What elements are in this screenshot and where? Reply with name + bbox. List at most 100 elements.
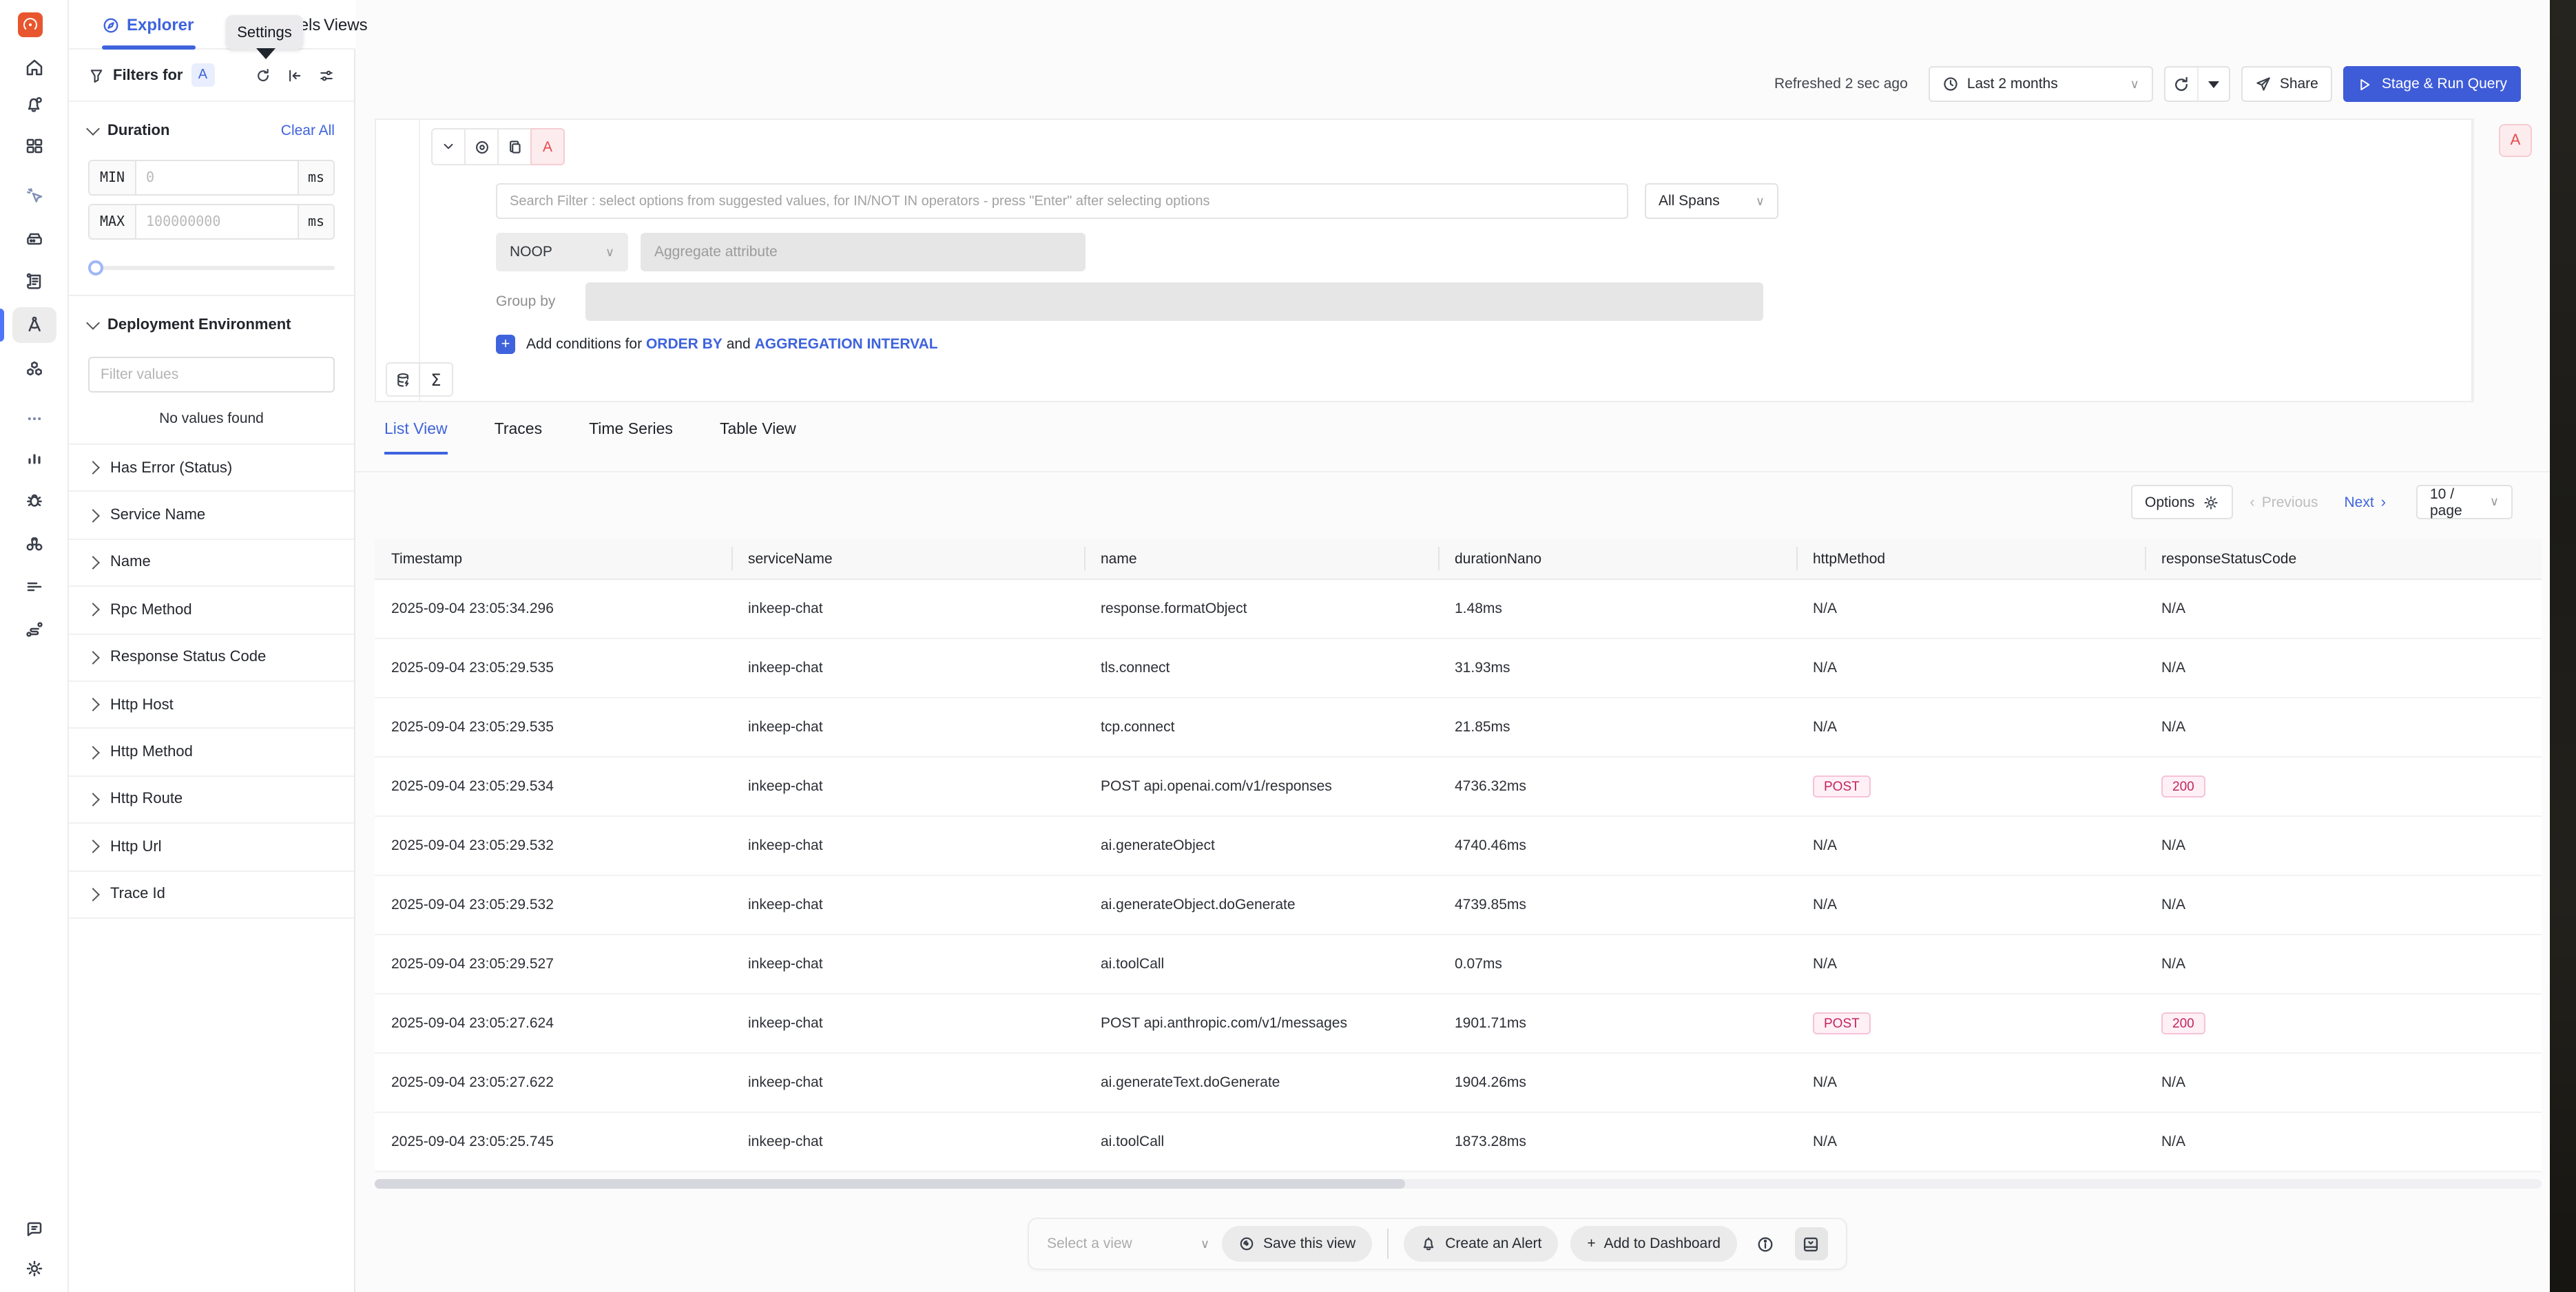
attribute-filter-item[interactable]: Trace Id (69, 871, 354, 919)
group-by-input[interactable] (585, 282, 1763, 321)
table-row[interactable]: 2025-09-04 23:05:29.527 inkeep-chat ai.t… (375, 935, 2542, 994)
table-row[interactable]: 2025-09-04 23:05:25.745 inkeep-chat ai.t… (375, 1113, 2542, 1172)
select-view-dropdown[interactable]: Select a view ∨ (1047, 1227, 1209, 1260)
home-icon[interactable] (12, 50, 56, 85)
http-method-cell: POST (1796, 994, 2145, 1052)
previous-page-button[interactable]: ‹Previous (2250, 494, 2318, 510)
column-header[interactable]: serviceName (731, 539, 1084, 579)
more-dots-icon[interactable] (12, 401, 56, 437)
active-indicator (0, 309, 4, 342)
attribute-filter-item[interactable]: Has Error (Status) (69, 445, 354, 492)
table-row[interactable]: 2025-09-04 23:05:27.622 inkeep-chat ai.g… (375, 1054, 2542, 1113)
attribute-filter-item[interactable]: Rpc Method (69, 587, 354, 634)
query-chip-a[interactable]: A (191, 63, 214, 87)
time-range-select[interactable]: Last 2 months ∨ (1929, 66, 2153, 102)
explore-binoculars-icon[interactable] (12, 526, 56, 562)
aggregation-interval-link[interactable]: AGGREGATION INTERVAL (755, 336, 938, 353)
panel-chip-a[interactable]: A (2499, 124, 2532, 157)
attribute-filter-item[interactable]: Name (69, 540, 354, 587)
collapse-sidebar-icon[interactable] (287, 67, 303, 83)
page-size-select[interactable]: 10 / page ∨ (2416, 485, 2513, 519)
table-row[interactable]: 2025-09-04 23:05:29.535 inkeep-chat tcp.… (375, 698, 2542, 758)
chevron-right-icon (86, 556, 100, 570)
tab-views[interactable]: Views (324, 0, 368, 50)
refresh-options-button[interactable] (2197, 67, 2229, 101)
options-button[interactable]: Options (2131, 485, 2233, 519)
attribute-filter-item[interactable]: Http Method (69, 729, 354, 777)
refresh-button[interactable] (2165, 67, 2197, 101)
tab-traces[interactable]: Traces (495, 421, 542, 455)
collapse-query-button[interactable] (431, 128, 466, 165)
logs-scroll-icon[interactable] (12, 263, 56, 299)
signoz-logo[interactable] (18, 12, 43, 37)
add-to-dashboard-button[interactable]: + Add to Dashboard (1570, 1226, 1737, 1262)
attribute-filter-item[interactable]: Response Status Code (69, 634, 354, 682)
span-scope-select[interactable]: All Spans ∨ (1645, 183, 1778, 219)
deployment-filter-input[interactable] (90, 366, 333, 383)
create-alert-button[interactable]: Create an Alert (1404, 1226, 1558, 1262)
alerts-bell-icon[interactable] (12, 87, 56, 123)
duration-max-input[interactable] (136, 205, 298, 238)
query-builder-mode-button[interactable] (386, 362, 420, 397)
aggregate-operator-select[interactable]: NOOP ∨ (496, 233, 628, 271)
attribute-filter-item[interactable]: Service Name (69, 492, 354, 540)
column-header[interactable]: durationNano (1438, 539, 1796, 579)
exceptions-bug-icon[interactable] (12, 482, 56, 518)
dock-panel-button[interactable] (1795, 1227, 1828, 1260)
horizontal-scrollbar[interactable] (375, 1179, 2542, 1189)
duration-min-input[interactable] (136, 161, 298, 194)
duration-section-header[interactable]: Duration Clear All (69, 110, 354, 152)
info-button[interactable] (1749, 1227, 1783, 1260)
next-page-button[interactable]: Next› (2344, 494, 2386, 510)
table-row[interactable]: 2025-09-04 23:05:29.532 inkeep-chat ai.g… (375, 876, 2542, 935)
billing-list-icon[interactable] (12, 569, 56, 605)
table-row[interactable]: 2025-09-04 23:05:29.532 inkeep-chat ai.g… (375, 817, 2542, 876)
duration-cell: 4739.85ms (1438, 876, 1796, 934)
settings-gear-icon[interactable] (12, 1251, 56, 1286)
infrastructure-server-icon[interactable] (12, 222, 56, 258)
attribute-filter-item[interactable]: Http Url (69, 824, 354, 871)
attribute-filter-item[interactable]: Http Host (69, 682, 354, 729)
aggregation-mode-button[interactable]: Σ (419, 362, 453, 397)
refresh-filters-icon[interactable] (255, 67, 271, 83)
order-by-link[interactable]: ORDER BY (646, 336, 723, 353)
scrollbar-thumb[interactable] (375, 1179, 1405, 1189)
tab-table-view[interactable]: Table View (720, 421, 796, 455)
query-chip-a[interactable]: A (530, 128, 565, 165)
attribute-filter-label: Http Host (110, 696, 174, 713)
tab-time-series[interactable]: Time Series (589, 421, 673, 455)
stage-run-query-button[interactable]: Stage & Run Query (2343, 66, 2521, 102)
add-conditions-row[interactable]: + Add conditions for ORDER BY and AGGREG… (496, 335, 938, 354)
column-header[interactable]: Timestamp (375, 539, 731, 579)
search-filter-input[interactable] (497, 194, 1627, 209)
tab-list-view[interactable]: List View (384, 421, 448, 455)
click-cursor-icon[interactable] (12, 178, 56, 213)
page-size-value: 10 / page (2430, 486, 2482, 519)
attribute-filter-item[interactable]: Http Route (69, 776, 354, 824)
save-view-button[interactable]: Save this view (1222, 1226, 1372, 1262)
traces-compass-icon[interactable] (12, 307, 56, 343)
toggle-visibility-button[interactable] (464, 128, 499, 165)
integrations-route-icon[interactable] (12, 612, 56, 647)
table-row[interactable]: 2025-09-04 23:05:29.535 inkeep-chat tls.… (375, 639, 2542, 698)
table-row[interactable]: 2025-09-04 23:05:29.534 inkeep-chat POST… (375, 758, 2542, 817)
filter-settings-icon[interactable] (318, 67, 335, 83)
slider-handle[interactable] (88, 260, 103, 275)
column-header[interactable]: responseStatusCode (2145, 539, 2542, 579)
dashboards-grid-icon[interactable] (12, 128, 56, 164)
table-row[interactable]: 2025-09-04 23:05:27.624 inkeep-chat POST… (375, 994, 2542, 1054)
clear-all-link[interactable]: Clear All (281, 123, 335, 139)
tab-explorer[interactable]: Explorer (102, 0, 194, 50)
disc-icon (1238, 1236, 1255, 1252)
column-header[interactable]: httpMethod (1796, 539, 2145, 579)
aggregate-attribute-input[interactable]: Aggregate attribute (641, 233, 1086, 271)
feedback-message-icon[interactable] (12, 1211, 56, 1247)
services-cubes-icon[interactable] (12, 351, 56, 387)
metrics-bars-icon[interactable] (12, 439, 56, 475)
column-header[interactable]: name (1084, 539, 1438, 579)
copy-query-button[interactable] (497, 128, 532, 165)
table-row[interactable]: 2025-09-04 23:05:34.296 inkeep-chat resp… (375, 580, 2542, 639)
duration-slider[interactable] (88, 259, 335, 275)
share-button[interactable]: Share (2241, 66, 2332, 102)
deployment-section-header[interactable]: Deployment Environment (69, 304, 354, 346)
